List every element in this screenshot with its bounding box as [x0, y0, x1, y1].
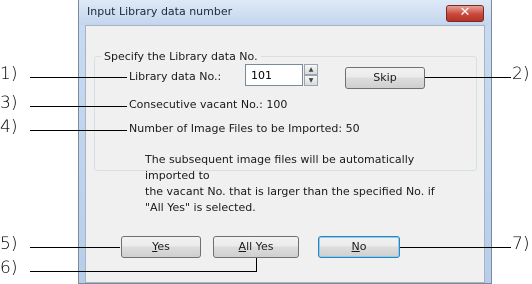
spin-up-icon[interactable]: ▲ [304, 64, 318, 75]
library-no-label: Library data No.: [129, 70, 222, 83]
callout-6: 6) [0, 258, 18, 278]
callout-1-line [30, 77, 127, 78]
no-label: o [359, 240, 367, 253]
callout-4-line [30, 130, 127, 131]
close-button[interactable]: ✕ [446, 5, 484, 22]
callout-7-line [400, 247, 511, 248]
skip-button[interactable]: Skip [345, 67, 425, 89]
info-line: The subsequent image files will be autom… [145, 153, 415, 182]
no-button[interactable]: No [318, 236, 400, 258]
callout-5: 5) [0, 234, 18, 254]
library-no-spinner[interactable]: ▲ ▼ [304, 64, 318, 86]
import-count-label: Number of Image Files to be Imported: 50 [129, 122, 360, 135]
callout-5-line [30, 247, 120, 248]
callout-7: 7) [512, 234, 530, 254]
library-no-input[interactable]: 101 [245, 64, 303, 86]
callout-1: 1) [0, 64, 18, 84]
callout-2: 2) [512, 64, 530, 84]
info-line: "All Yes" is selected. [145, 201, 256, 214]
dialog-title: Input Library data number [87, 5, 233, 18]
yes-label: es [157, 240, 170, 253]
no-mnemonic: N [351, 240, 360, 253]
all-yes-button[interactable]: All Yes [213, 236, 299, 258]
yes-button[interactable]: Yes [121, 236, 201, 258]
close-icon: ✕ [459, 5, 471, 20]
callout-4: 4) [0, 117, 18, 137]
info-text: The subsequent image files will be autom… [145, 152, 465, 216]
callout-6-line [30, 271, 257, 272]
callout-2-line [425, 77, 511, 78]
info-line: the vacant No. that is larger than the s… [145, 185, 435, 198]
callout-3-line [30, 106, 127, 107]
spin-down-icon[interactable]: ▼ [304, 75, 318, 86]
title-bar[interactable]: Input Library data number ✕ [79, 0, 491, 25]
all-yes-mnemonic: A [238, 240, 247, 253]
callout-6-leader [256, 258, 257, 272]
consecutive-vacant-label: Consecutive vacant No.: 100 [129, 98, 288, 111]
all-yes-label: ll Yes [246, 240, 274, 253]
group-label: Specify the Library data No. [101, 50, 261, 63]
callout-3: 3) [0, 93, 18, 113]
